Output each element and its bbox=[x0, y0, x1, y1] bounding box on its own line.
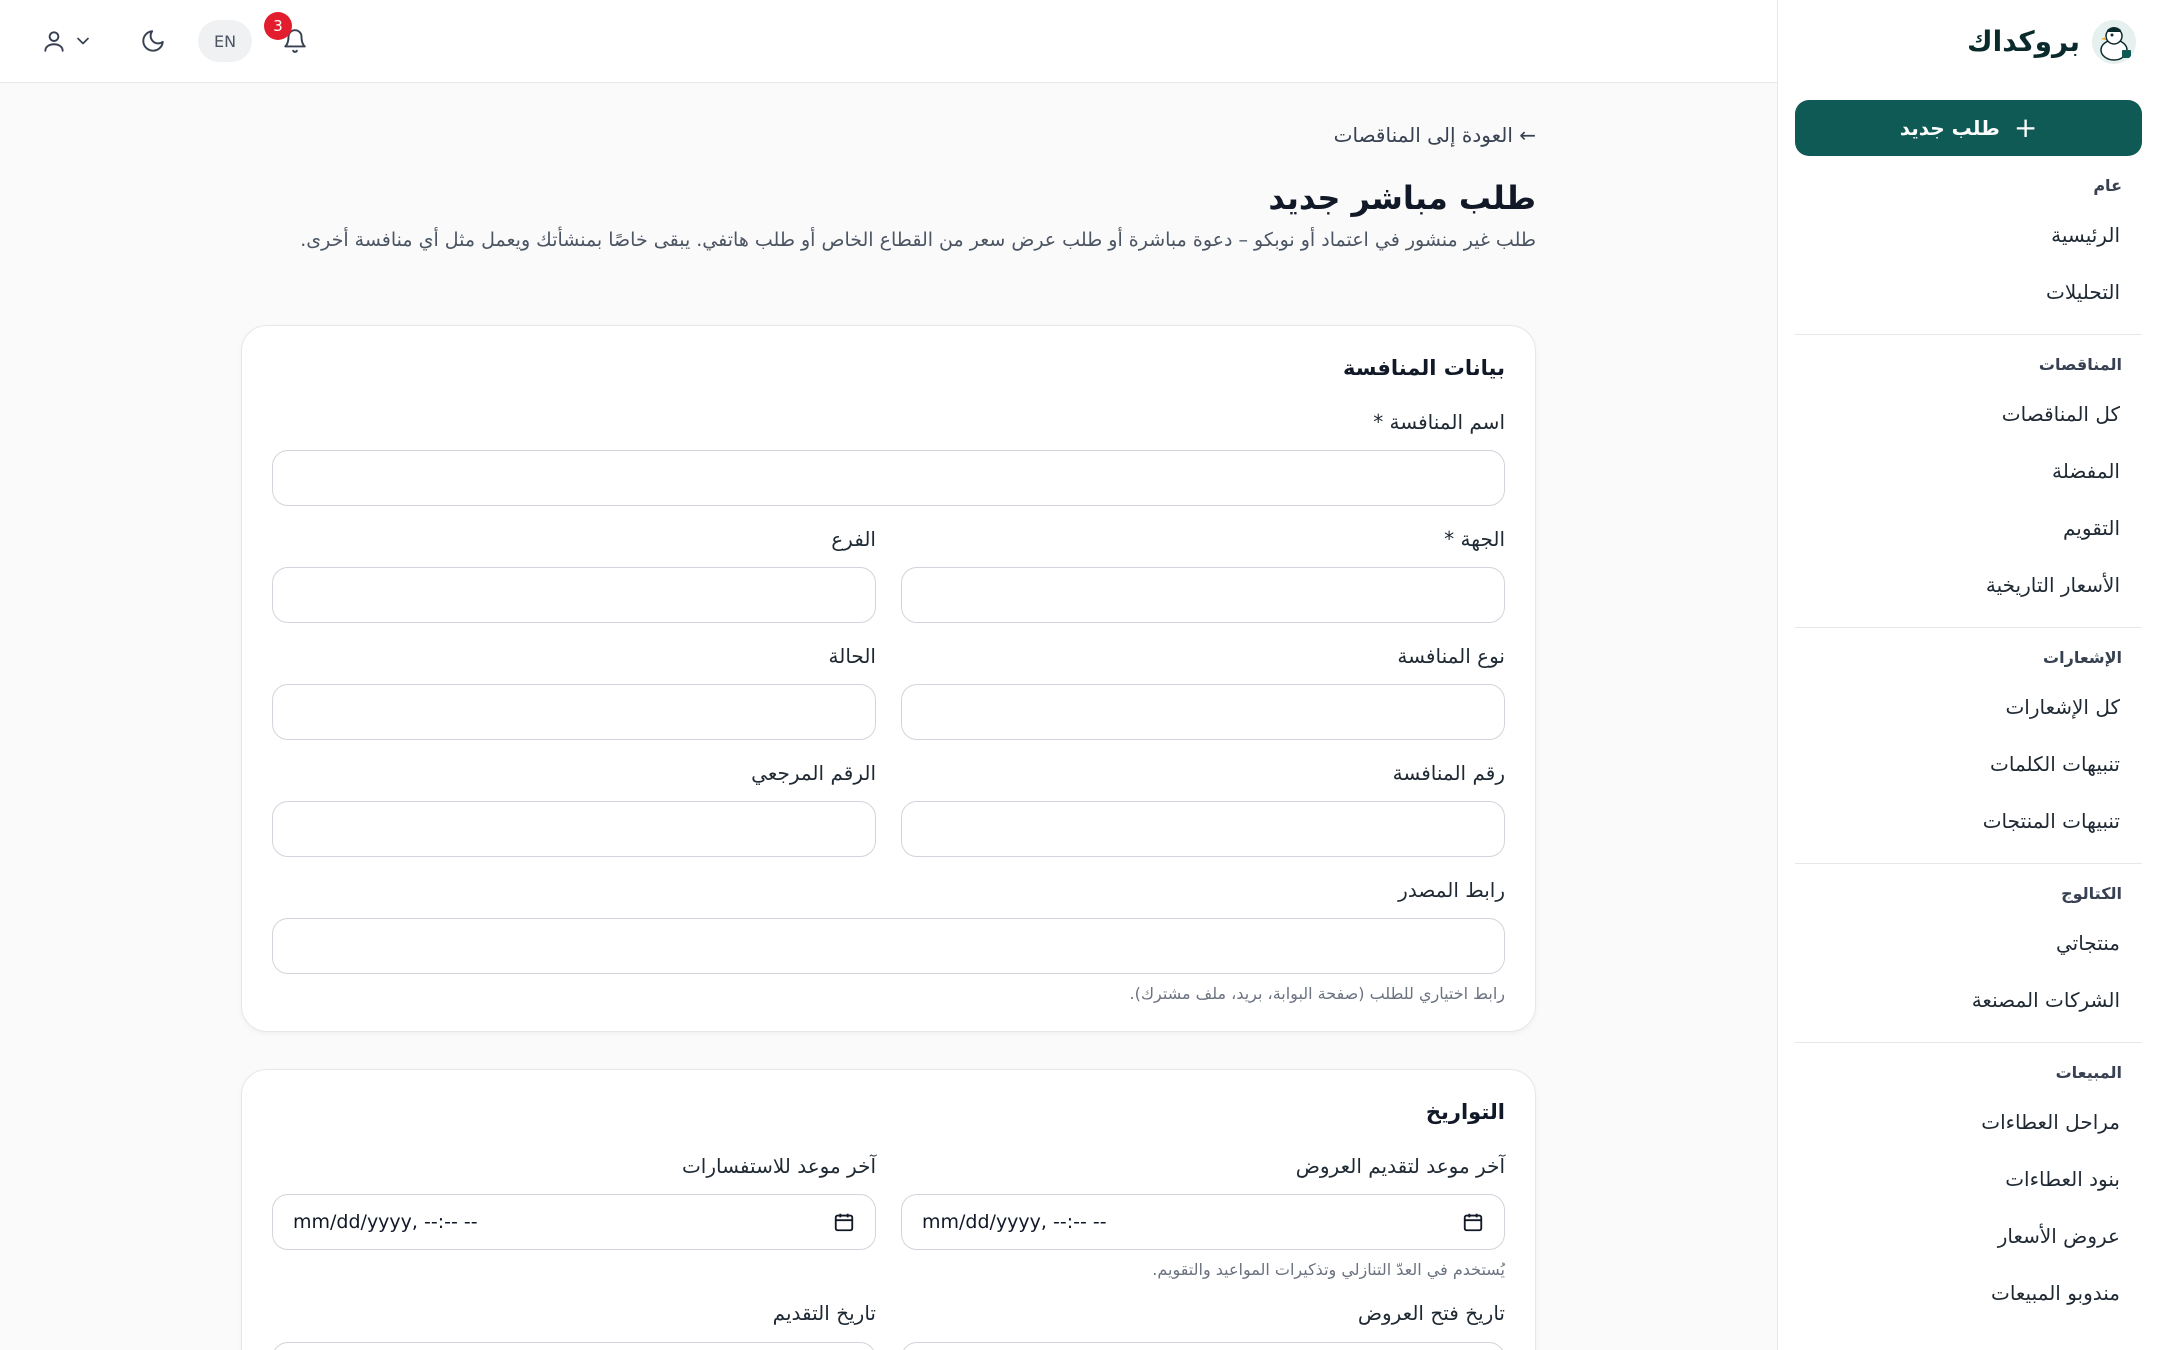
sidebar-item-all-notifications[interactable]: كل الإشعارات bbox=[1795, 678, 2142, 735]
inquiry-deadline-label: آخر موعد للاستفسارات bbox=[681, 1154, 876, 1178]
entity-label: الجهة * bbox=[1444, 527, 1505, 551]
source-link-hint: رابط اختياري للطلب (صفحة البوابة، بريد، … bbox=[1129, 984, 1505, 1003]
sidebar-item-all-tenders[interactable]: كل المناقصات bbox=[1795, 385, 2142, 442]
sidebar-item-calendar[interactable]: التقويم bbox=[1795, 499, 2142, 556]
opening-date-input[interactable] bbox=[901, 1342, 1505, 1350]
new-request-button[interactable]: + طلب جديد bbox=[1795, 100, 2142, 156]
nav-group-general: عام الرئيسية التحليلات bbox=[1795, 170, 2142, 335]
branch-input[interactable] bbox=[272, 567, 876, 623]
inquiry-deadline-input[interactable]: mm/dd/yyyy, --:-- -- bbox=[272, 1194, 876, 1250]
page-description: طلب غير منشور في اعتماد أو نوبكو – دعوة … bbox=[300, 229, 1536, 251]
bid-deadline-label: آخر موعد لتقديم العروض bbox=[1295, 1154, 1505, 1178]
nav-group-sales: المبيعات مراحل العطاءات بنود العطاءات عر… bbox=[1795, 1057, 2142, 1335]
brand-name: بروكداك bbox=[1966, 25, 2080, 58]
bid-deadline-hint: يُستخدم في العدّ التنازلي وتذكيرات الموا… bbox=[1152, 1260, 1505, 1279]
sidebar-item-bid-items[interactable]: بنود العطاءات bbox=[1795, 1150, 2142, 1207]
bid-deadline-input[interactable]: mm/dd/yyyy, --:-- -- bbox=[901, 1194, 1505, 1250]
brand[interactable]: بروكداك bbox=[1778, 0, 2160, 83]
sidebar-item-home[interactable]: الرئيسية bbox=[1795, 206, 2142, 263]
moon-icon bbox=[142, 30, 164, 52]
brand-logo-icon bbox=[2092, 19, 2136, 64]
reference-number-input[interactable] bbox=[272, 801, 876, 857]
section-title: التواريخ bbox=[1425, 1100, 1505, 1124]
sidebar-nav: عام الرئيسية التحليلات المناقصات كل المن… bbox=[1795, 170, 2142, 1349]
plus-icon: + bbox=[2013, 111, 2038, 144]
theme-toggle-button[interactable] bbox=[132, 20, 174, 62]
submission-date-label: تاريخ التقديم bbox=[772, 1301, 876, 1325]
chevron-down-icon bbox=[77, 37, 89, 45]
tender-type-label: نوع المنافسة bbox=[1397, 644, 1505, 668]
sidebar-item-sales-reps[interactable]: مندوبو المبيعات bbox=[1795, 1264, 2142, 1321]
tender-number-input[interactable] bbox=[901, 801, 1505, 857]
nav-heading: المناقصات bbox=[2038, 355, 2122, 374]
topbar: 3 EN bbox=[0, 0, 1777, 83]
section-title: بيانات المنافسة bbox=[1342, 356, 1505, 380]
sidebar-item-favorites[interactable]: المفضلة bbox=[1795, 442, 2142, 499]
entity-input[interactable] bbox=[901, 567, 1505, 623]
nav-heading: الإشعارات bbox=[2043, 648, 2122, 667]
calendar-icon[interactable] bbox=[1462, 1211, 1484, 1233]
tender-name-input[interactable] bbox=[272, 450, 1505, 506]
sidebar-item-my-products[interactable]: منتجاتي bbox=[1795, 914, 2142, 971]
user-icon bbox=[44, 31, 64, 52]
sidebar-item-historical-prices[interactable]: الأسعار التاريخية bbox=[1795, 556, 2142, 613]
status-label: الحالة bbox=[828, 644, 876, 668]
dates-card: التواريخ آخر موعد لتقديم العروض mm/dd/yy… bbox=[241, 1069, 1536, 1350]
branch-label: الفرع bbox=[831, 527, 876, 551]
new-request-label: طلب جديد bbox=[1899, 116, 2000, 140]
tender-name-label: اسم المنافسة * bbox=[1373, 410, 1505, 434]
main-content: ← العودة إلى المناقصات طلب مباشر جديد طل… bbox=[0, 83, 1777, 1350]
nav-heading: عام bbox=[2093, 176, 2122, 195]
reference-number-label: الرقم المرجعي bbox=[751, 761, 876, 785]
nav-heading: المبيعات bbox=[2055, 1063, 2122, 1082]
source-link-label: رابط المصدر bbox=[1398, 878, 1505, 902]
back-to-tenders-link[interactable]: ← العودة إلى المناقصات bbox=[1334, 123, 1536, 147]
submission-date-input[interactable] bbox=[272, 1342, 876, 1350]
sidebar-item-analytics[interactable]: التحليلات bbox=[1795, 263, 2142, 320]
tender-type-input[interactable] bbox=[901, 684, 1505, 740]
sidebar: بروكداك + طلب جديد عام الرئيسية التحليلا… bbox=[1777, 0, 2160, 1350]
language-toggle[interactable]: EN bbox=[198, 20, 252, 62]
page-title: طلب مباشر جديد bbox=[1268, 179, 1536, 217]
source-link-input[interactable] bbox=[272, 918, 1505, 974]
nav-group-notifications: الإشعارات كل الإشعارات تنبيهات الكلمات ت… bbox=[1795, 642, 2142, 864]
sidebar-item-product-alerts[interactable]: تنبيهات المنتجات bbox=[1795, 792, 2142, 849]
sidebar-item-bid-stages[interactable]: مراحل العطاءات bbox=[1795, 1093, 2142, 1150]
datetime-placeholder: mm/dd/yyyy, --:-- -- bbox=[922, 1211, 1107, 1233]
sidebar-item-quotations[interactable]: عروض الأسعار bbox=[1795, 1207, 2142, 1264]
calendar-icon[interactable] bbox=[833, 1211, 855, 1233]
status-input[interactable] bbox=[272, 684, 876, 740]
user-menu-button[interactable] bbox=[30, 20, 104, 62]
notification-count-badge: 3 bbox=[264, 12, 292, 40]
tender-details-card: بيانات المنافسة اسم المنافسة * الجهة * ا… bbox=[241, 325, 1536, 1032]
nav-group-catalog: الكتالوج منتجاتي الشركات المصنعة bbox=[1795, 878, 2142, 1043]
sidebar-item-manufacturers[interactable]: الشركات المصنعة bbox=[1795, 971, 2142, 1028]
notifications-button[interactable]: 3 bbox=[264, 12, 316, 62]
opening-date-label: تاريخ فتح العروض bbox=[1357, 1301, 1505, 1325]
nav-heading: الكتالوج bbox=[2061, 884, 2122, 903]
nav-group-tenders: المناقصات كل المناقصات المفضلة التقويم ا… bbox=[1795, 349, 2142, 628]
tender-number-label: رقم المنافسة bbox=[1392, 761, 1505, 785]
datetime-placeholder: mm/dd/yyyy, --:-- -- bbox=[293, 1211, 478, 1233]
sidebar-item-keyword-alerts[interactable]: تنبيهات الكلمات bbox=[1795, 735, 2142, 792]
